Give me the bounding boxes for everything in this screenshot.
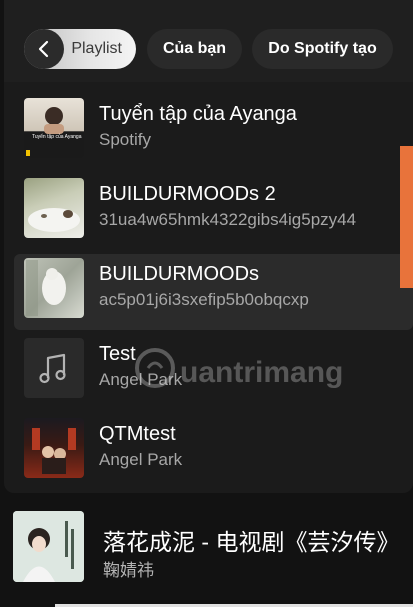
filter-chip-playlist-label: Playlist [71,40,122,57]
watermark-text: uantrimang [180,356,344,389]
library-panel: Playlist Của bạn Do Spotify tạo Tuyển tậ… [4,0,413,493]
playlist-cover: Tuyển tập của Ayanga [24,98,84,158]
playlist-title: BUILDURMOODs [99,263,260,285]
movie-poster-image [32,428,76,474]
filter-chip-cua-ban-label: Của bạn [162,40,227,57]
chevron-left-icon [38,40,49,58]
back-button[interactable] [24,29,64,69]
filter-chip-spotify[interactable]: Do Spotify tạo [252,29,393,69]
playlist-item-active[interactable]: BUILDURMOODs ac5p01j6i3sxefip5b0obqcxp [14,254,413,330]
scrollbar-thumb[interactable] [400,146,413,288]
playlist-cover [24,338,84,398]
playlist-title: QTMtest [99,423,176,445]
playlist-subtitle: 31ua4w65hmk4322gibs4ig5pzy44 [99,210,357,229]
now-playing-bar[interactable]: 落花成泥 - 电视剧《芸汐传》 鞠婧祎 [0,498,413,607]
playlist-item[interactable]: BUILDURMOODs 2 31ua4w65hmk4322gibs4ig5pz… [14,174,413,250]
playlist-title: Tuyển tập của Ayanga [99,103,297,125]
cover-caption: Tuyển tập của Ayanga [32,133,82,140]
lightbulb-icon [135,348,175,388]
filter-chip-spotify-label: Do Spotify tạo [268,40,377,57]
playlist-subtitle: Spotify [99,130,151,149]
now-playing-cover [13,511,84,582]
playlist-subtitle: Angel Park [99,450,183,469]
filter-bar: Playlist Của bạn Do Spotify tạo [4,0,413,82]
cat-image [26,260,66,316]
music-note-icon [39,353,66,384]
cat-image [28,208,80,232]
playlist-cover [24,178,84,238]
now-playing-title: 落花成泥 - 电视剧《芸汐传》 [103,529,400,555]
playlist-title: BUILDURMOODs 2 [99,183,276,205]
album-art-image [13,511,84,582]
watermark: uantrimang [130,342,360,402]
portrait-image: Tuyển tập của Ayanga [26,107,82,156]
playlist-cover [24,258,84,318]
playlist-item[interactable]: QTMtest Angel Park [14,414,413,490]
playlist-cover [24,418,84,478]
playlist-subtitle: ac5p01j6i3sxefip5b0obqcxp [99,290,309,309]
now-playing-artist: 鞠婧祎 [103,561,154,580]
filter-chip-cua-ban[interactable]: Của bạn [147,29,242,69]
playlist-item[interactable]: Tuyển tập của Ayanga Tuyển tập của Ayang… [14,94,413,170]
